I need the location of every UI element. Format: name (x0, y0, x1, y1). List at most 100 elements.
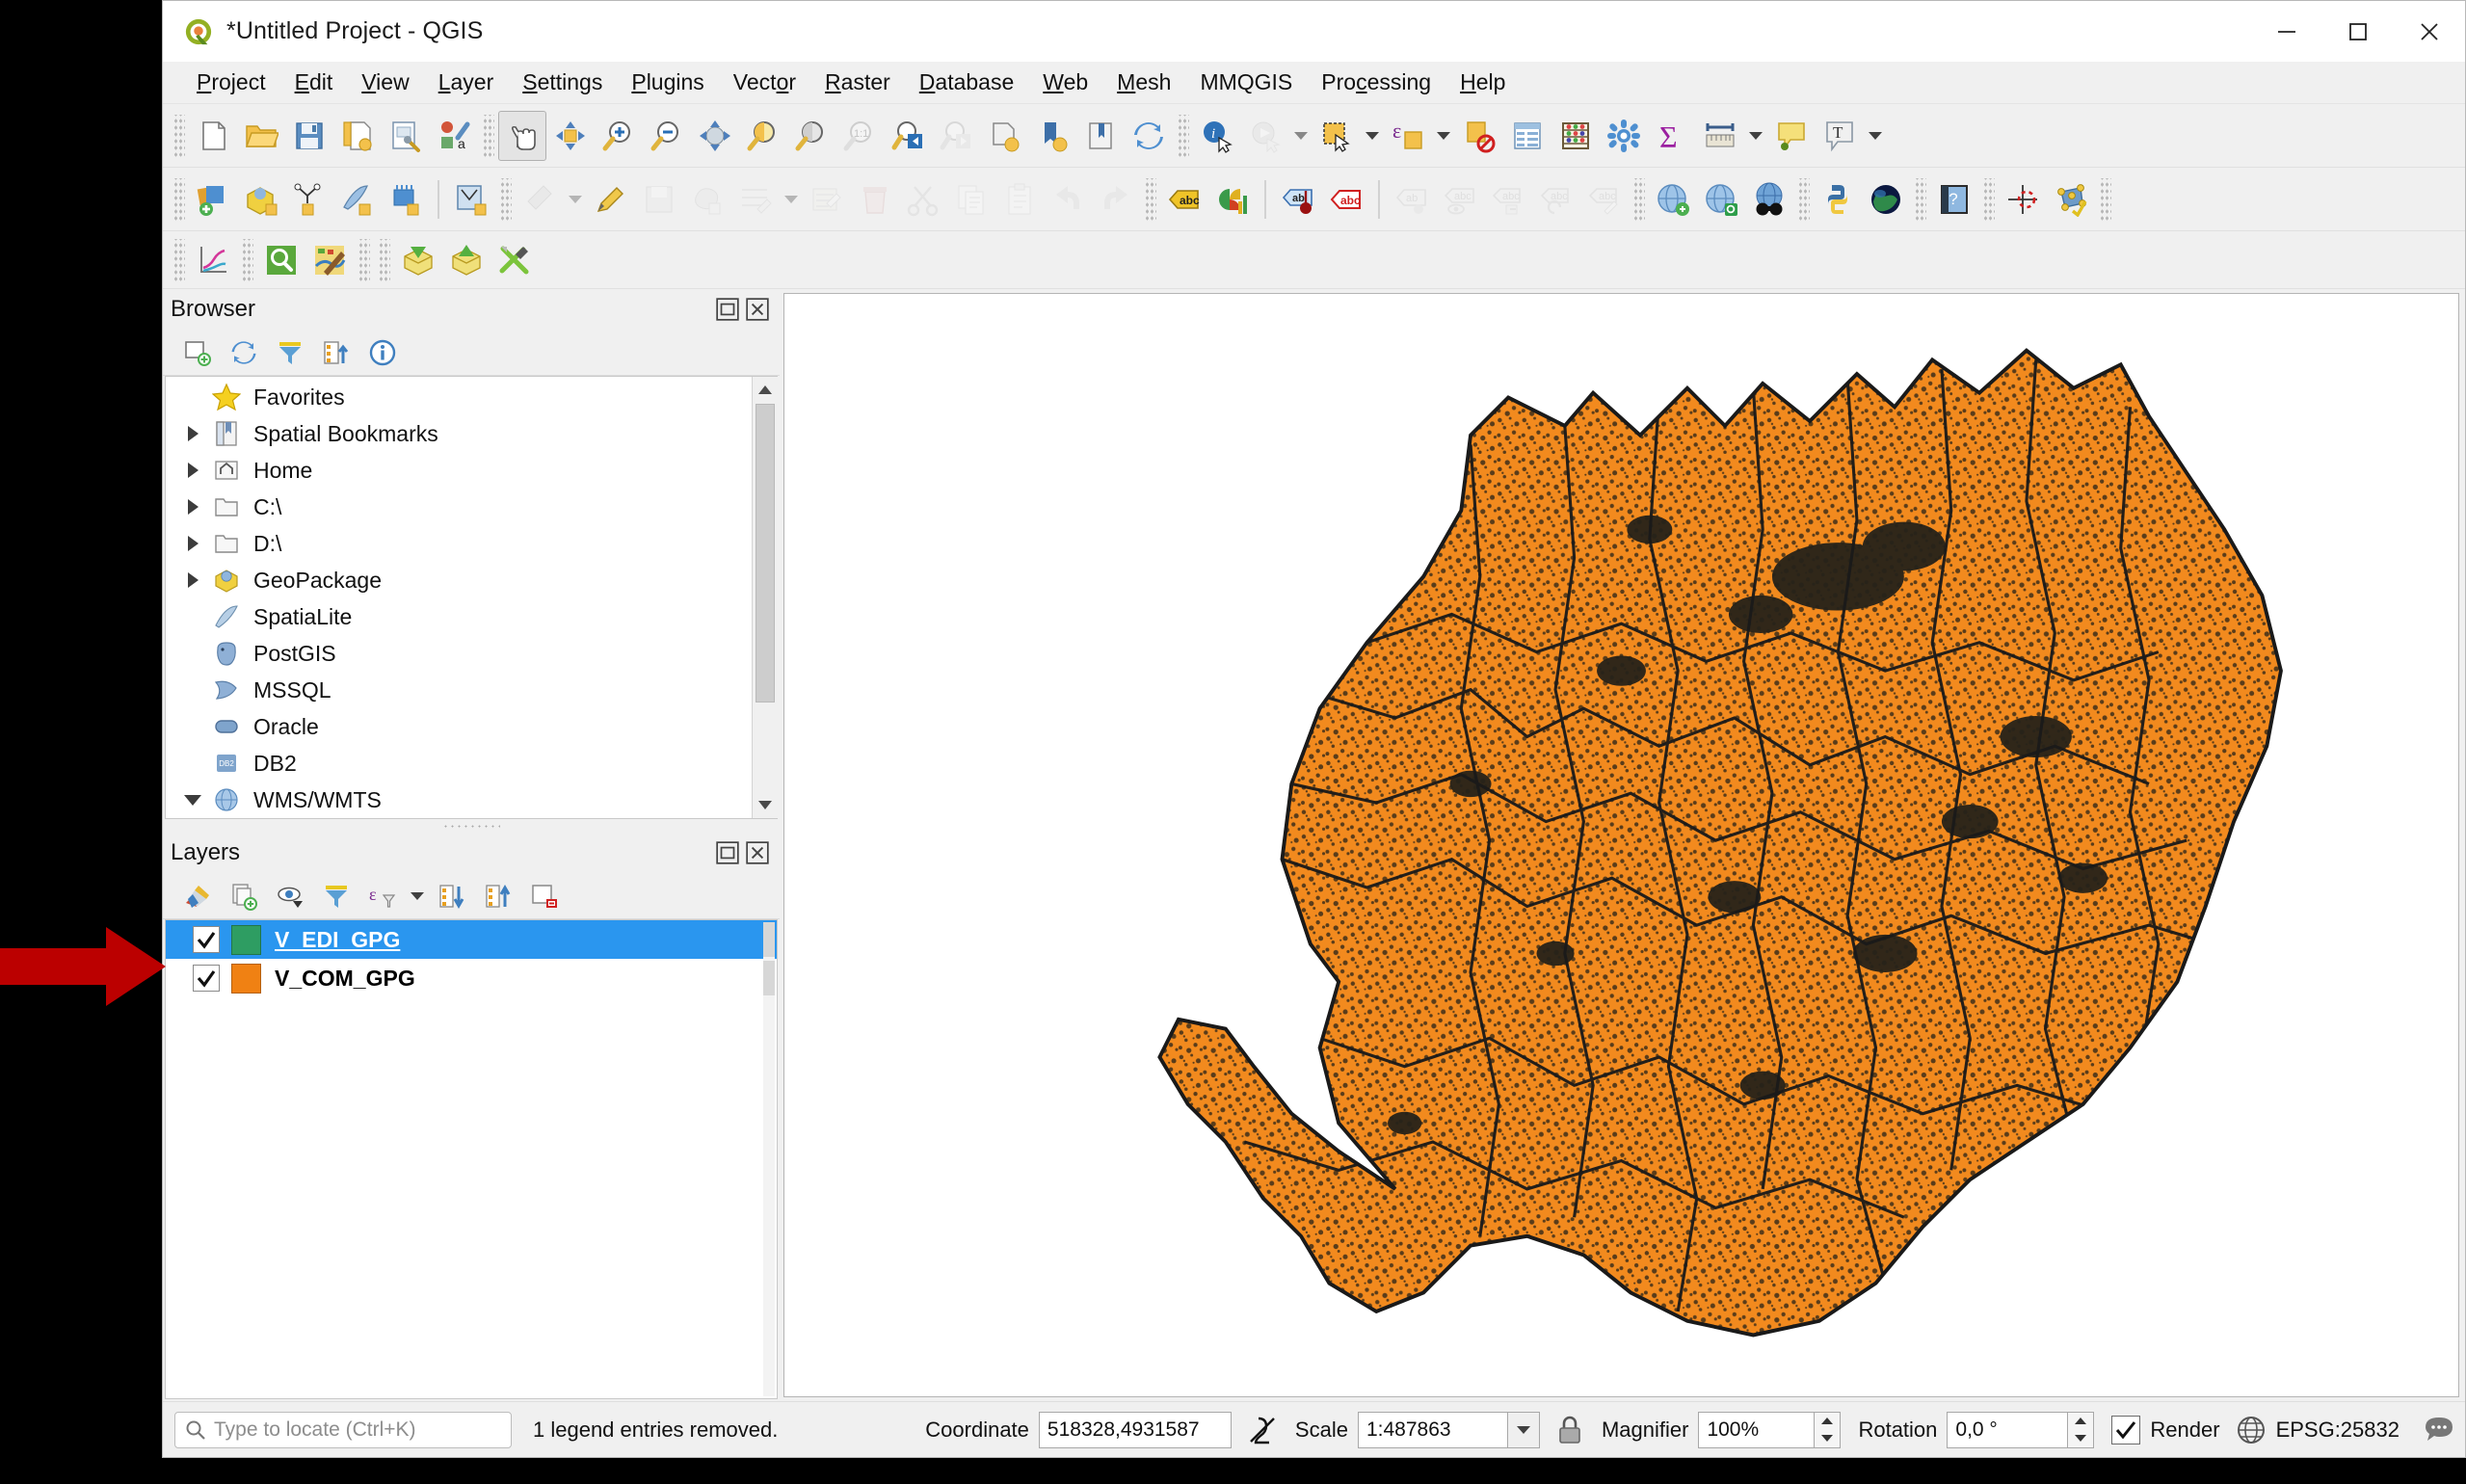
zoom-layer-button[interactable] (787, 111, 835, 161)
show-bookmarks-button[interactable] (1076, 111, 1125, 161)
move-label-button[interactable]: ab (1388, 174, 1436, 225)
rotation-spinner[interactable] (2067, 1411, 2095, 1448)
search-layers-button[interactable] (257, 235, 305, 285)
metasearch-button[interactable] (1649, 174, 1697, 225)
select-features-button[interactable] (1313, 111, 1361, 161)
menu-project[interactable]: PProjectroject (184, 66, 278, 99)
menu-vector[interactable]: Vector (721, 66, 809, 99)
current-edits-button[interactable] (516, 174, 564, 225)
collapse-all-button[interactable] (477, 877, 519, 915)
toolbar-handle[interactable] (2099, 177, 2111, 221)
refresh-layer-button[interactable] (980, 111, 1028, 161)
save-project-as-button[interactable] (333, 111, 382, 161)
toolbar-handle[interactable] (1144, 177, 1156, 221)
toolbar-handle[interactable] (172, 114, 185, 157)
layer-row-v-com-gpg[interactable]: V_COM_GPG (166, 959, 777, 997)
field-calculator-button[interactable] (1551, 111, 1600, 161)
close-panel-icon[interactable] (745, 840, 770, 865)
style-manager-button[interactable]: a (430, 111, 478, 161)
new-geopackage-layer-button[interactable] (237, 174, 285, 225)
new-print-layout-button[interactable] (382, 111, 430, 161)
layer-diagram-button[interactable] (1208, 174, 1257, 225)
manage-layer-visibility-button[interactable] (269, 877, 311, 915)
topology-checker-button[interactable] (2047, 174, 2095, 225)
open-layer-styling-button[interactable] (176, 877, 219, 915)
scroll-down-icon[interactable] (752, 793, 778, 818)
menu-settings[interactable]: Settings (510, 66, 615, 99)
python-console-button[interactable] (1814, 174, 1862, 225)
browser-scrollbar[interactable] (752, 377, 778, 818)
identify-features-button[interactable]: i (1193, 111, 1241, 161)
toolbar-handle[interactable] (378, 238, 390, 281)
menu-web[interactable]: Web (1030, 66, 1100, 99)
zoom-last-button[interactable] (884, 111, 932, 161)
change-label-button[interactable]: abc (1580, 174, 1629, 225)
toolbar-handle[interactable] (172, 177, 185, 221)
zoom-next-button[interactable] (932, 111, 980, 161)
package-export-button[interactable] (442, 235, 491, 285)
refresh-button[interactable] (1125, 111, 1173, 161)
menu-help[interactable]: Help (1447, 66, 1518, 99)
package-import-button[interactable] (394, 235, 442, 285)
layer-labeling-button[interactable]: abc (1160, 174, 1208, 225)
toolbar-handle[interactable] (358, 238, 370, 281)
open-project-button[interactable] (237, 111, 285, 161)
globe-button[interactable] (1862, 174, 1910, 225)
pin-labels-button[interactable]: ab (1274, 174, 1322, 225)
undock-panel-icon[interactable] (715, 840, 740, 865)
menu-mesh[interactable]: Mesh (1104, 66, 1183, 99)
zoom-full-button[interactable] (691, 111, 739, 161)
new-shapefile-layer-button[interactable] (285, 174, 333, 225)
menu-view[interactable]: View (349, 66, 421, 99)
menu-plugins[interactable]: Plugins (619, 66, 716, 99)
pan-map-button[interactable] (498, 110, 546, 161)
browser-item-postgis[interactable]: PostGIS (166, 635, 752, 672)
expander[interactable] (177, 536, 208, 551)
render-checkbox[interactable] (2111, 1415, 2141, 1444)
lock-scale-button[interactable] (1555, 1415, 1584, 1445)
toolbar-handle[interactable] (172, 238, 185, 281)
browser-item-spatial-bookmarks[interactable]: Spatial Bookmarks (166, 415, 752, 452)
layers-scrollbar[interactable] (763, 922, 775, 1396)
save-layer-edits-button[interactable] (635, 174, 683, 225)
collapse-all-button[interactable] (315, 333, 358, 372)
refresh-browser-button[interactable] (223, 333, 265, 372)
statistical-summary-button[interactable]: Σ (1648, 111, 1696, 161)
filter-browser-button[interactable] (269, 333, 311, 372)
close-button[interactable] (2394, 1, 2465, 62)
layer-row-v-edi-gpg[interactable]: V_EDI_GPG (166, 920, 777, 959)
expression-filter-button[interactable]: ε (361, 877, 404, 915)
crs-button[interactable] (2236, 1415, 2267, 1445)
browser-item-db2[interactable]: DB2 DB2 (166, 745, 752, 782)
scroll-thumb[interactable] (755, 404, 775, 702)
zoom-in-button[interactable] (595, 111, 643, 161)
qgis-browser-button[interactable] (1745, 174, 1793, 225)
tools-button[interactable] (491, 235, 539, 285)
browser-item-wms-wmts[interactable]: WMS/WMTS (166, 782, 752, 818)
new-spatialite-layer-button[interactable] (333, 174, 382, 225)
magnifier-field[interactable]: 100% (1698, 1411, 1815, 1448)
minimize-button[interactable] (2251, 1, 2322, 62)
remove-layer-button[interactable] (523, 877, 566, 915)
toolbar-handle[interactable] (499, 177, 512, 221)
processing-toolbox-button[interactable] (1600, 111, 1648, 161)
vertex-dropdown-arrow[interactable] (780, 174, 803, 225)
cut-features-button[interactable] (899, 174, 947, 225)
panel-splitter[interactable] (163, 819, 780, 833)
toolbar-handle[interactable] (1982, 177, 1995, 221)
browser-item-spatialite[interactable]: SpatiaLite (166, 598, 752, 635)
expression-dropdown-arrow[interactable] (1432, 111, 1455, 161)
select-dropdown-arrow[interactable] (1361, 111, 1384, 161)
add-selected-layers-button[interactable] (176, 333, 219, 372)
copy-features-button[interactable] (947, 174, 995, 225)
expander[interactable] (177, 572, 208, 588)
expander[interactable] (177, 499, 208, 515)
magnifier-spinner[interactable] (1814, 1411, 1842, 1448)
menu-raster[interactable]: Raster (812, 66, 903, 99)
new-virtual-layer-button[interactable] (382, 174, 430, 225)
browser-item-oracle[interactable]: Oracle (166, 708, 752, 745)
rotate-label-button[interactable]: abc (1532, 174, 1580, 225)
scale-field[interactable]: 1:487863 (1357, 1411, 1507, 1448)
zoom-out-button[interactable] (643, 111, 691, 161)
undock-panel-icon[interactable] (715, 297, 740, 322)
